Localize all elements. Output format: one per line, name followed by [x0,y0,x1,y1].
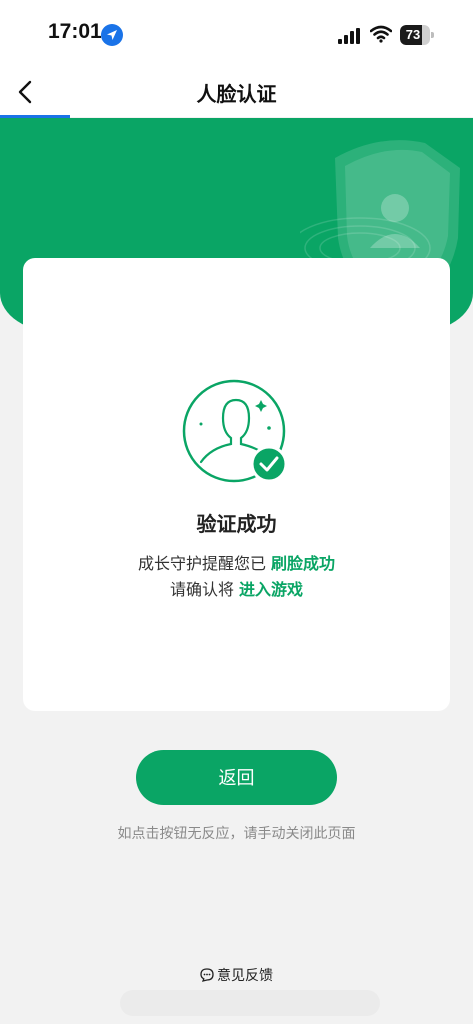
face-verified-check-icon [182,379,288,483]
cellular-signal-icon [338,28,360,44]
result-message-highlight-2: 进入游戏 [239,580,304,599]
hint-text: 如点击按钮无反应，请手动关闭此页面 [117,826,356,842]
return-button[interactable]: 返回 [136,750,337,805]
blurred-footer-area [120,990,380,1016]
location-arrow-icon [101,24,123,46]
face-verification-page: 17:01 73 人脸认证 验证成功 成长守护提醒您已 刷脸成功 请确认将 进入… [0,0,473,1024]
result-message-line-1: 成长守护提醒您已 刷脸成功 [23,550,450,574]
chat-bubble-icon [200,968,214,982]
result-message-prefix-1: 成长守护提醒您已 [137,554,266,573]
feedback-link[interactable]: 意见反馈 [0,965,473,985]
result-message-highlight-1: 刷脸成功 [271,554,336,573]
result-message-prefix-2: 请确认将 [169,580,234,599]
result-message-line-2: 请确认将 进入游戏 [23,576,450,600]
result-title: 验证成功 [196,512,277,536]
status-time: 17:01 [48,20,102,43]
wifi-icon [369,25,393,43]
battery-icon: 73 [400,25,434,45]
status-bar: 17:01 73 [0,0,473,70]
battery-level: 73 [405,27,421,42]
nav-bar: 人脸认证 [0,70,473,117]
result-card: 验证成功 成长守护提醒您已 刷脸成功 请确认将 进入游戏 [23,258,450,711]
feedback-label: 意见反馈 [217,968,273,984]
page-title: 人脸认证 [196,82,277,106]
